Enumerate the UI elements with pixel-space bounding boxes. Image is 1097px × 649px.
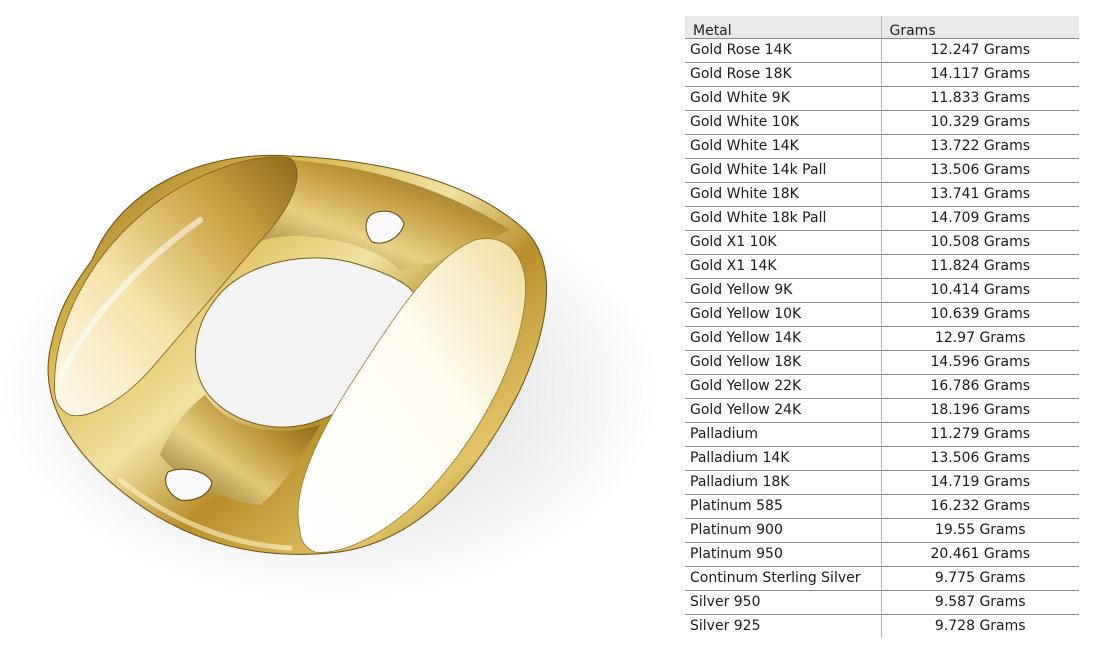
metal-cell: Platinum 900 (685, 518, 881, 543)
grams-cell: 20.461 Grams (880, 542, 1079, 567)
grams-cell: 10.329 Grams (880, 110, 1079, 135)
metal-cell: Gold White 10K (685, 110, 881, 135)
grams-cell: 16.232 Grams (880, 494, 1079, 519)
metal-cell: Silver 950 (685, 590, 881, 615)
table-row: Gold Yellow 22K 16.786 Grams (685, 374, 1079, 399)
table-row: Platinum 950 20.461 Grams (685, 542, 1079, 567)
table-header-row: Metal Grams (685, 16, 1079, 39)
grams-cell: 12.247 Grams (880, 38, 1079, 63)
table-row: Continum Sterling Silver 9.775 Grams (685, 566, 1079, 591)
grams-cell: 10.414 Grams (880, 278, 1079, 303)
table-row: Gold White 10K 10.329 Grams (685, 110, 1079, 135)
grams-cell: 10.508 Grams (880, 230, 1079, 255)
metal-cell: Palladium 14K (685, 446, 881, 471)
grams-cell: 9.728 Grams (880, 614, 1079, 638)
metal-cell: Gold White 18K (685, 182, 881, 207)
metal-cell: Gold White 14k Pall (685, 158, 881, 183)
metal-cell: Gold Yellow 22K (685, 374, 881, 399)
table-row: Gold X1 10K 10.508 Grams (685, 230, 1079, 255)
metal-cell: Gold Rose 18K (685, 62, 881, 87)
metal-cell: Silver 925 (690, 618, 761, 634)
metal-cell: Palladium (685, 422, 881, 447)
metal-cell: Gold White 9K (685, 86, 881, 111)
metal-cell: Platinum 950 (685, 542, 881, 567)
grams-cell: 12.97 Grams (880, 326, 1079, 351)
table-row: Gold X1 14K 11.824 Grams (685, 254, 1079, 279)
table-row: Palladium 11.279 Grams (685, 422, 1079, 447)
table-row: Gold White 18k Pall 14.709 Grams (685, 206, 1079, 231)
table-row: Platinum 900 19.55 Grams (685, 518, 1079, 543)
table-row: Gold Yellow 9K 10.414 Grams (685, 278, 1079, 303)
grams-cell: 11.279 Grams (880, 422, 1079, 447)
grams-cell: 14.117 Grams (880, 62, 1079, 87)
table-row: Gold White 14K 13.722 Grams (685, 134, 1079, 159)
table-row: Gold Yellow 14K 12.97 Grams (685, 326, 1079, 351)
table-row: Gold White 18K 13.741 Grams (685, 182, 1079, 207)
metal-cell: Gold X1 10K (685, 230, 881, 255)
table-row: Gold Rose 18K 14.117 Grams (685, 62, 1079, 87)
table-row: Gold Yellow 10K 10.639 Grams (685, 302, 1079, 327)
metal-cell: Gold White 14K (685, 134, 881, 159)
metal-cell: Gold White 18k Pall (685, 206, 881, 231)
table-row: Gold Yellow 18K 14.596 Grams (685, 350, 1079, 375)
table-row: Gold White 14k Pall 13.506 Grams (685, 158, 1079, 183)
grams-cell: 13.741 Grams (880, 182, 1079, 207)
table-row: Gold Yellow 24K 18.196 Grams (685, 398, 1079, 423)
metal-cell: Platinum 585 (685, 494, 881, 519)
table-row: Palladium 18K 14.719 Grams (685, 470, 1079, 495)
grams-cell: 11.833 Grams (880, 86, 1079, 111)
metal-cell: Gold Yellow 9K (685, 278, 881, 303)
table-row: Silver 925 9.728 Grams (685, 614, 1079, 638)
grams-cell: 14.719 Grams (880, 470, 1079, 495)
grams-cell: 14.709 Grams (880, 206, 1079, 231)
grams-cell: 18.196 Grams (880, 398, 1079, 423)
table-row: Platinum 585 16.232 Grams (685, 494, 1079, 519)
column-header-metal[interactable]: Metal (685, 16, 881, 39)
table-row: Palladium 14K 13.506 Grams (685, 446, 1079, 471)
grams-cell: 9.587 Grams (880, 590, 1079, 615)
metal-cell: Palladium 18K (685, 470, 881, 495)
metal-weight-table: Metal Grams Gold Rose 14K 12.247 Grams Go… (685, 16, 1079, 638)
grams-cell: 10.639 Grams (880, 302, 1079, 327)
grams-cell: 14.596 Grams (880, 350, 1079, 375)
table-row: Gold Rose 14K 12.247 Grams (685, 38, 1079, 63)
grams-cell: 11.824 Grams (880, 254, 1079, 279)
metal-cell: Gold Rose 14K (685, 38, 881, 63)
ring-render-image (0, 0, 680, 649)
grams-cell: 19.55 Grams (880, 518, 1079, 543)
metal-cell: Gold Yellow 10K (685, 302, 881, 327)
grams-cell: 9.775 Grams (880, 566, 1079, 591)
metal-cell: Continum Sterling Silver (685, 566, 881, 591)
grams-cell: 13.506 Grams (880, 158, 1079, 183)
grams-cell: 16.786 Grams (880, 374, 1079, 399)
metal-cell: Gold X1 14K (685, 254, 881, 279)
metal-cell: Gold Yellow 18K (685, 350, 881, 375)
metal-cell: Gold Yellow 24K (685, 398, 881, 423)
table-row: Gold White 9K 11.833 Grams (685, 86, 1079, 111)
table-row: Silver 950 9.587 Grams (685, 590, 1079, 615)
gold-ring-illustration (0, 154, 660, 600)
column-header-grams[interactable]: Grams (880, 16, 1079, 39)
metal-cell: Gold Yellow 14K (685, 326, 881, 351)
grams-cell: 13.722 Grams (880, 134, 1079, 159)
grams-cell: 13.506 Grams (880, 446, 1079, 471)
